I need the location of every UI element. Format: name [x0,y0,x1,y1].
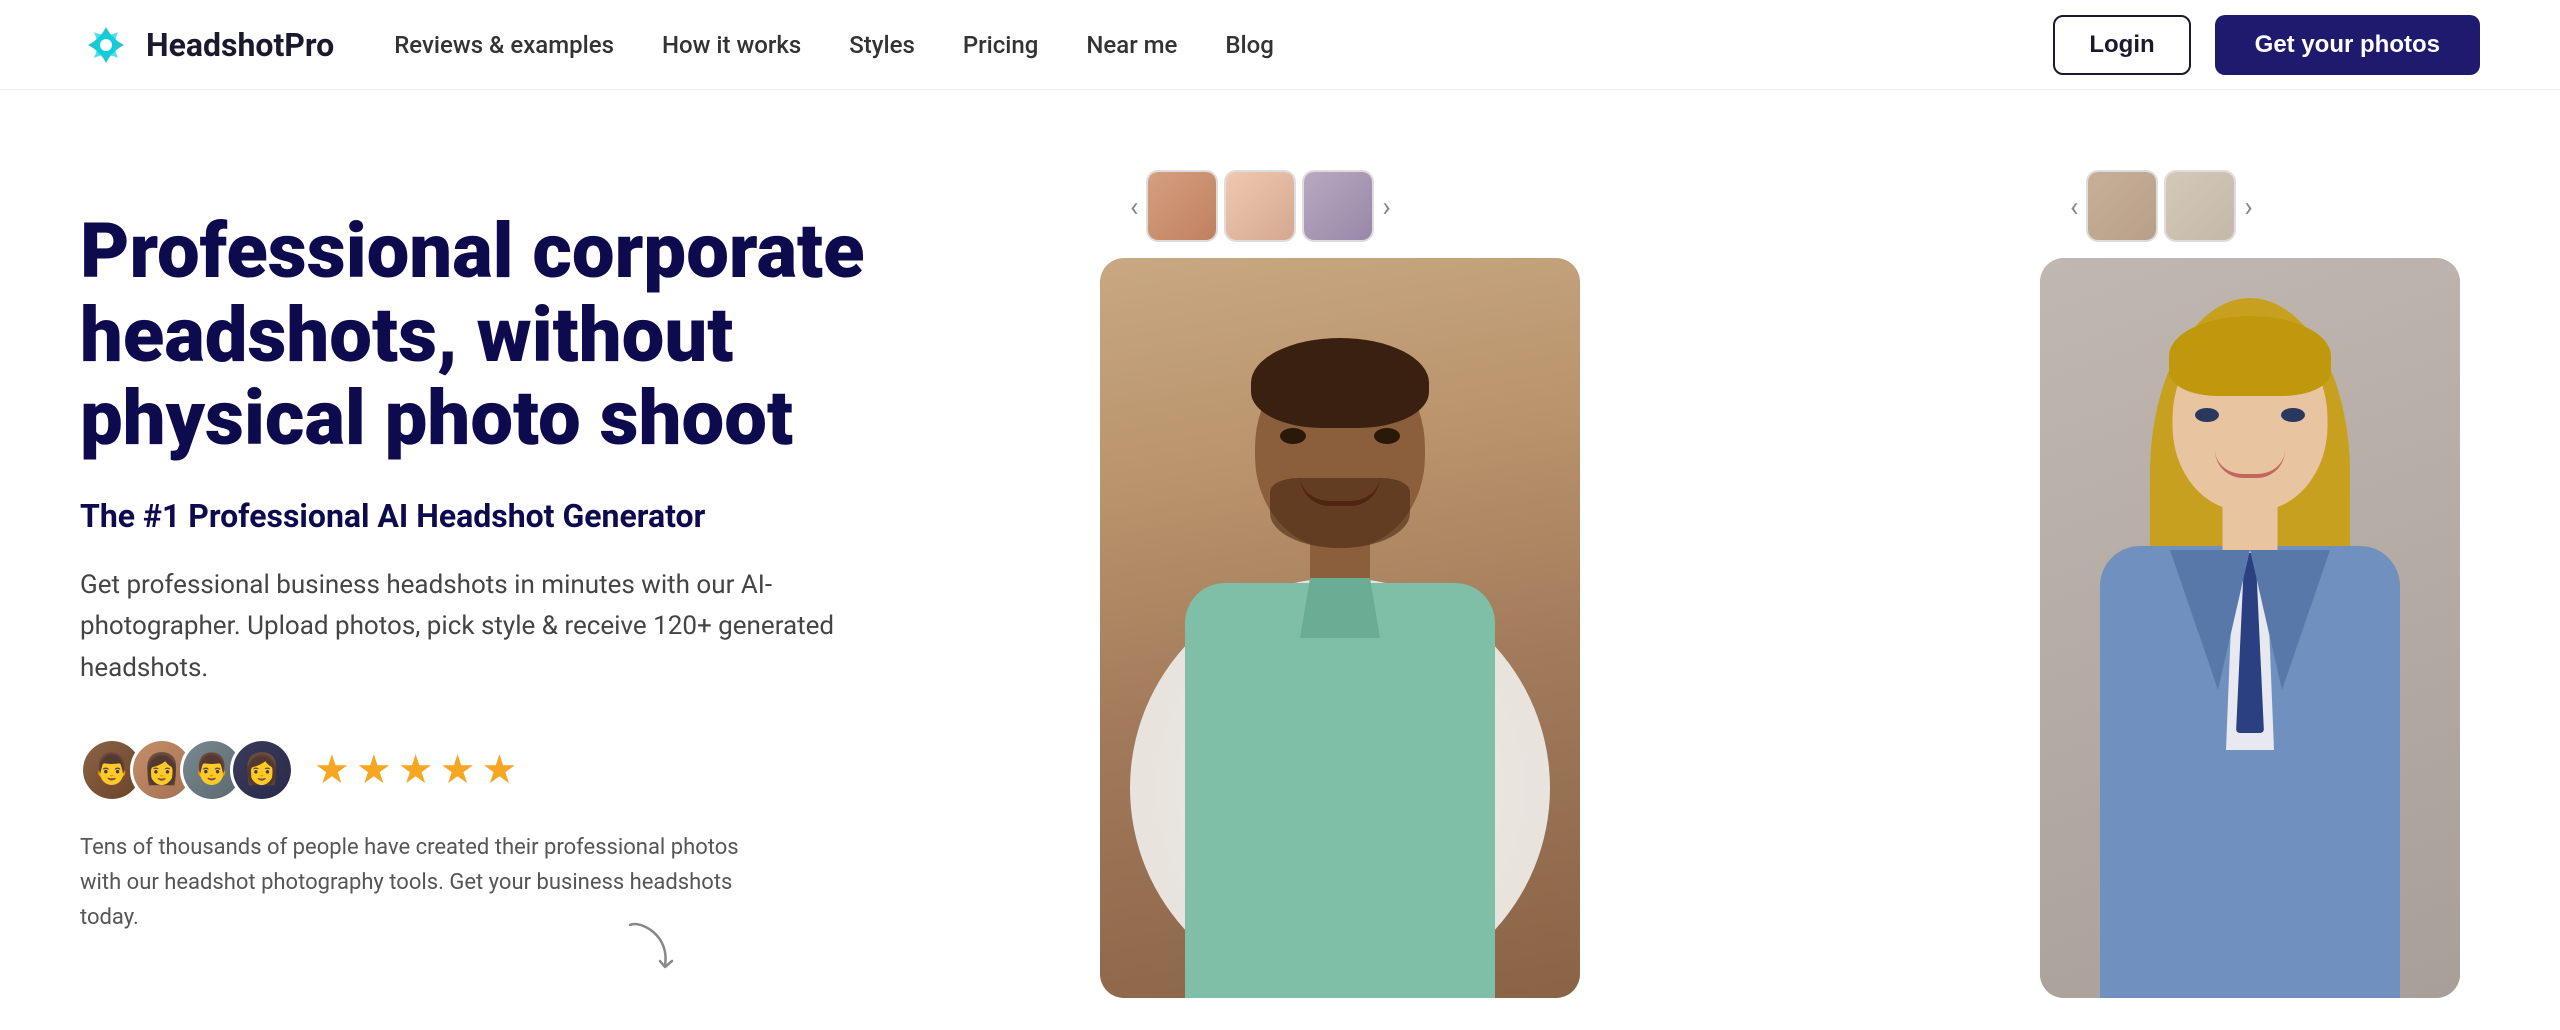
thumb-prev-arrow[interactable]: ‹ [1130,190,1138,223]
logo-icon [80,19,132,71]
female-thumb-next-arrow[interactable]: › [2244,190,2252,223]
female-thumb-prev-arrow[interactable]: ‹ [2070,190,2078,223]
nav-links: Reviews & examples How it works Styles P… [394,31,1274,59]
nav-item-styles[interactable]: Styles [849,31,915,59]
curved-arrow-icon [620,915,680,975]
thumb-next-arrow[interactable]: › [1382,190,1390,223]
social-proof-avatars: 👨 👩 👨 👩 ★ ★ ★ ★ ★ [80,738,980,802]
male-photo-bg [1100,258,1580,998]
navbar: HeadshotPro Reviews & examples How it wo… [0,0,2560,90]
male-thumb-1[interactable] [1146,170,1218,242]
hero-content: Professional corporate headshots, withou… [80,170,980,935]
get-photos-button[interactable]: Get your photos [2215,15,2480,75]
logo-text: HeadshotPro [146,26,334,64]
hero-title: Professional corporate headshots, withou… [80,210,980,461]
male-thumbnails [1146,170,1374,242]
female-main-photo [2040,258,2460,998]
male-thumbnail-strip: ‹ › [1100,170,1580,242]
male-headshot-container: ‹ › [1100,170,1580,998]
hero-images: ‹ › [1040,170,2480,1030]
male-thumb-3[interactable] [1302,170,1374,242]
female-thumbnail-strip: ‹ › [2040,170,2460,242]
male-main-photo [1100,258,1580,998]
female-thumbnails [2086,170,2236,242]
female-headshot-container: ‹ › [2040,170,2460,998]
login-button[interactable]: Login [2053,15,2190,75]
logo[interactable]: HeadshotPro [80,19,334,71]
hero-subtitle: The #1 Professional AI Headshot Generato… [80,497,980,535]
avatar-4: 👩 [230,738,294,802]
social-proof-text: Tens of thousands of people have created… [80,830,760,936]
navbar-left: HeadshotPro Reviews & examples How it wo… [80,19,1274,71]
female-thumb-1[interactable] [2086,170,2158,242]
nav-item-blog[interactable]: Blog [1225,31,1274,59]
hero-section: Professional corporate headshots, withou… [0,90,2560,1030]
nav-item-how-it-works[interactable]: How it works [662,31,801,59]
navbar-right: Login Get your photos [2053,15,2480,75]
avatar-group: 👨 👩 👨 👩 [80,738,294,802]
hero-description: Get professional business headshots in m… [80,565,860,690]
nav-item-pricing[interactable]: Pricing [963,31,1039,59]
female-thumb-2[interactable] [2164,170,2236,242]
nav-item-near-me[interactable]: Near me [1086,31,1177,59]
star-rating: ★ ★ ★ ★ ★ [314,746,517,793]
female-photo-bg [2040,258,2460,998]
male-thumb-2[interactable] [1224,170,1296,242]
nav-item-reviews[interactable]: Reviews & examples [394,31,614,59]
